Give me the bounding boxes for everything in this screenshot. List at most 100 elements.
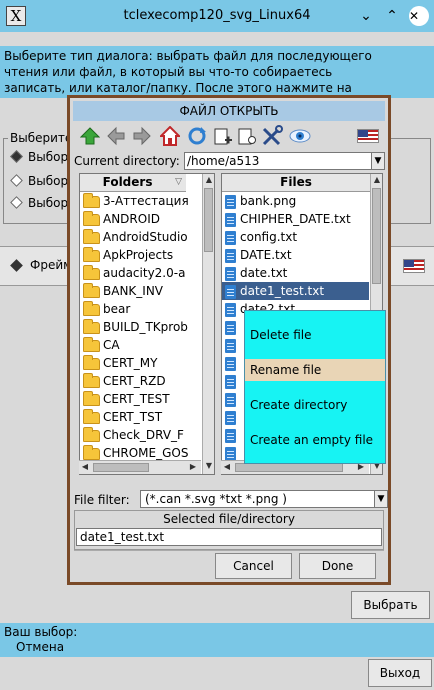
language-flag-icon[interactable] [357, 129, 379, 143]
folder-row[interactable]: ANDROID [80, 210, 192, 228]
settings-tools-icon[interactable] [261, 125, 283, 147]
file-icon [225, 338, 236, 353]
file-icon [225, 428, 236, 443]
new-folder-icon[interactable] [212, 125, 234, 147]
folder-row[interactable]: AndroidStudio [80, 228, 192, 246]
folder-row[interactable]: 3-Аттестация [80, 192, 192, 210]
file-icon [225, 446, 236, 461]
folder-name: CERT_MY [103, 356, 158, 370]
radio-option-2[interactable]: Выбор [10, 174, 69, 188]
folder-icon [83, 354, 100, 370]
file-icon [225, 248, 236, 263]
folder-row[interactable]: CERT_TST [80, 408, 192, 426]
folder-row[interactable]: audacity2.0-a [80, 264, 192, 282]
up-arrow-icon[interactable] [79, 125, 101, 147]
scroll-up-icon[interactable]: ▲ [371, 174, 382, 186]
folder-name: CERT_TST [103, 410, 163, 424]
file-name: bank.png [240, 194, 297, 208]
file-row[interactable]: CHIPHER_DATE.txt [222, 210, 369, 228]
folder-icon [83, 408, 100, 424]
context-menu-item[interactable]: Rename file [245, 359, 385, 381]
folders-header[interactable]: Folders ▽ [80, 174, 186, 192]
file-row[interactable]: DATE.txt [222, 246, 369, 264]
file-row[interactable]: date1_test.txt [222, 282, 369, 300]
sort-icon[interactable]: ▽ [175, 174, 182, 191]
file-row[interactable]: date.txt [222, 264, 369, 282]
scroll-left-icon[interactable]: ◀ [79, 461, 91, 473]
folder-icon [83, 300, 100, 316]
folder-row[interactable]: BANK_INV [80, 282, 192, 300]
radio-option-3[interactable]: Выбор [10, 196, 68, 210]
context-menu: Delete file Rename file Create directory Cr… [244, 310, 386, 464]
selected-file-label: Selected file/directory [163, 512, 295, 526]
chevron-down-icon[interactable]: ▼ [371, 152, 385, 170]
file-name: CHIPHER_DATE.txt [240, 212, 351, 226]
dialog-title: ФАЙЛ ОТКРЫТЬ [73, 101, 385, 121]
language-flag-icon[interactable] [403, 259, 425, 273]
radio-label: Выбор [28, 174, 69, 188]
choice-box: Ваш выбор: Отмена [0, 623, 434, 657]
file-icon [225, 320, 236, 335]
instructions-line-1: Выберите тип диалога: выбрать файл для п… [4, 49, 372, 63]
current-directory-field[interactable]: /home/a513 [184, 152, 372, 170]
file-filter-label: File filter: [74, 493, 130, 507]
dialog-toolbar [73, 123, 385, 151]
radio-option-1[interactable]: Выбор [10, 150, 69, 164]
hscrollbar-thumb[interactable] [235, 463, 343, 472]
files-header[interactable]: Files [222, 174, 370, 192]
choose-button[interactable]: Выбрать [351, 591, 430, 619]
scrollbar-thumb[interactable] [204, 188, 213, 252]
folder-name: BUILD_TKprob [103, 320, 188, 334]
context-menu-item[interactable]: Create directory [245, 394, 385, 416]
file-row[interactable]: bank.png [222, 192, 369, 210]
current-directory-label: Current directory: [74, 154, 180, 168]
folders-hscrollbar[interactable]: ◀ ▶ [79, 460, 201, 474]
context-menu-item[interactable]: Create an empty file [245, 429, 385, 451]
chevron-down-icon[interactable]: ▼ [374, 490, 388, 508]
radio-label: Выбор [28, 150, 69, 164]
format-label: Фрейм [30, 258, 73, 272]
folder-row[interactable]: BUILD_TKprob [80, 318, 192, 336]
file-name: config.txt [240, 230, 298, 244]
scroll-up-icon[interactable]: ▲ [203, 174, 214, 186]
cancel-button[interactable]: Cancel [215, 553, 292, 579]
home-icon[interactable] [159, 125, 181, 147]
scroll-right-icon[interactable]: ▶ [187, 461, 199, 473]
hscrollbar-thumb[interactable] [93, 463, 149, 472]
window-close-icon[interactable]: ✕ [409, 6, 429, 26]
folder-icon [83, 192, 100, 208]
scroll-down-icon[interactable]: ▼ [203, 460, 214, 472]
exit-button[interactable]: Выход [368, 659, 432, 687]
file-name: date1_test.txt [240, 284, 325, 298]
folder-row[interactable]: CA [80, 336, 192, 354]
folder-row[interactable]: CERT_MY [80, 354, 192, 372]
folder-name: CHROME_GOS [103, 446, 189, 460]
folder-name: CERT_RZD [103, 374, 166, 388]
done-button[interactable]: Done [299, 553, 376, 579]
context-menu-item[interactable]: Delete file [245, 324, 385, 346]
window-collapse-icon[interactable]: ⌄ [357, 7, 375, 25]
folders-scrollbar[interactable]: ▲ ▼ [202, 174, 214, 474]
scrollbar-thumb[interactable] [372, 188, 381, 284]
file-row[interactable]: config.txt [222, 228, 369, 246]
back-arrow-icon[interactable] [105, 125, 127, 147]
folder-row[interactable]: CERT_RZD [80, 372, 192, 390]
folder-row[interactable]: Check_DRV_F [80, 426, 192, 444]
folder-name: BANK_INV [103, 284, 164, 298]
new-file-icon[interactable] [236, 125, 258, 147]
window-maximize-icon[interactable]: ⌃ [383, 7, 401, 25]
file-icon [225, 212, 236, 227]
refresh-icon[interactable] [186, 125, 208, 147]
forward-arrow-icon[interactable] [131, 125, 153, 147]
selected-file-input[interactable]: date1_test.txt [76, 528, 382, 546]
folder-row[interactable]: CERT_TEST [80, 390, 192, 408]
folder-name: CA [103, 338, 120, 352]
folder-icon [83, 282, 100, 298]
folder-row[interactable]: bear [80, 300, 192, 318]
file-filter-field[interactable]: (*.can *.svg *txt *.png ) [140, 490, 376, 508]
folder-row[interactable]: ApkProjects [80, 246, 192, 264]
file-icon [225, 302, 236, 317]
view-eye-icon[interactable] [289, 125, 311, 147]
folder-icon [83, 444, 100, 460]
scroll-left-icon[interactable]: ◀ [221, 461, 233, 473]
